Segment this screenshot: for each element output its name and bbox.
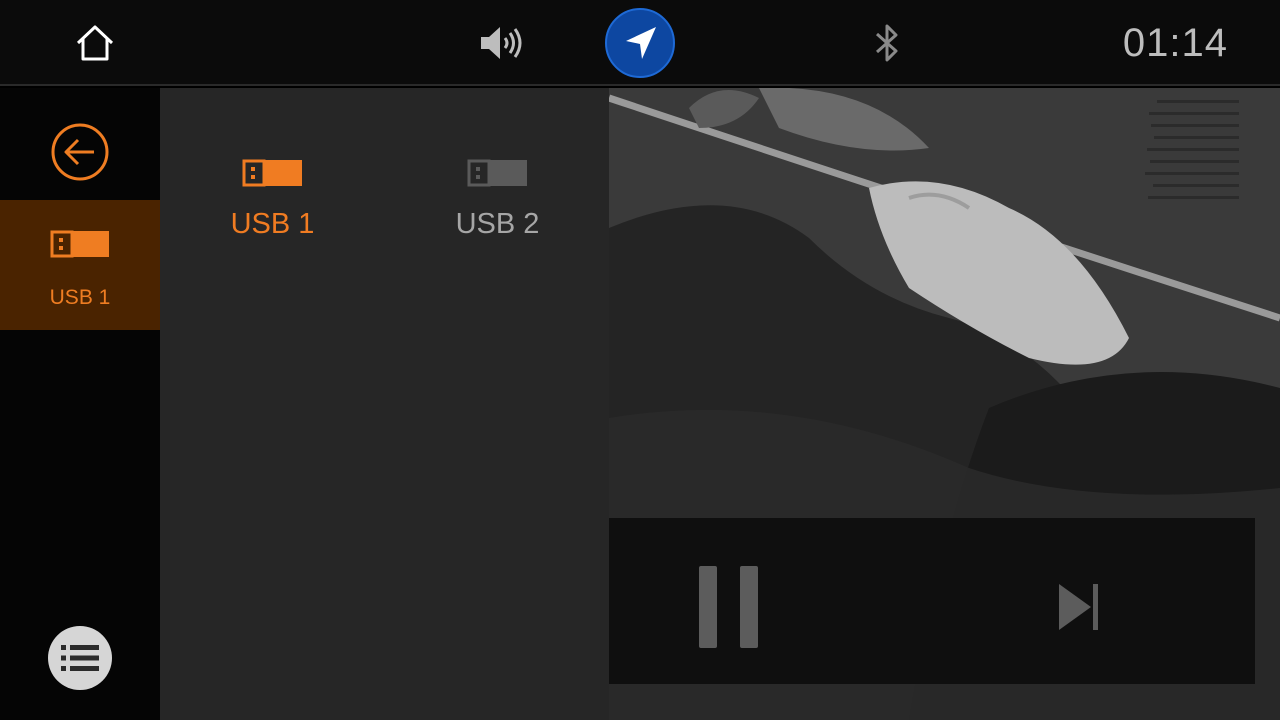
clock: 01:14 xyxy=(1122,21,1228,65)
back-arrow-icon[interactable] xyxy=(50,122,110,182)
active-source-label: USB 1 xyxy=(49,286,111,309)
source-usb-2[interactable]: USB 2 xyxy=(385,158,610,258)
source-usb-1[interactable]: USB 1 xyxy=(160,158,385,258)
usb-icon xyxy=(467,159,527,187)
magazine-text-lines xyxy=(1145,100,1239,199)
navigation-icon xyxy=(626,27,656,59)
volume-icon[interactable] xyxy=(478,24,526,62)
pause-icon[interactable] xyxy=(699,566,759,650)
home-icon[interactable] xyxy=(74,22,116,64)
usb-icon xyxy=(50,230,109,258)
source-label: USB 1 xyxy=(230,208,315,240)
status-bar: 01:14 xyxy=(0,0,1280,86)
source-panel: USB 1 USB 2 xyxy=(160,88,609,720)
list-button[interactable] xyxy=(48,626,112,690)
usb-icon xyxy=(242,159,302,187)
left-rail: USB 1 xyxy=(0,88,160,720)
navigation-button[interactable] xyxy=(605,8,675,78)
bluetooth-icon[interactable] xyxy=(872,22,902,64)
skip-next-icon[interactable] xyxy=(1059,584,1099,630)
playback-controls xyxy=(609,518,1255,684)
active-source-tile[interactable]: USB 1 xyxy=(0,200,160,330)
list-icon xyxy=(61,645,99,671)
source-label: USB 2 xyxy=(455,208,540,240)
